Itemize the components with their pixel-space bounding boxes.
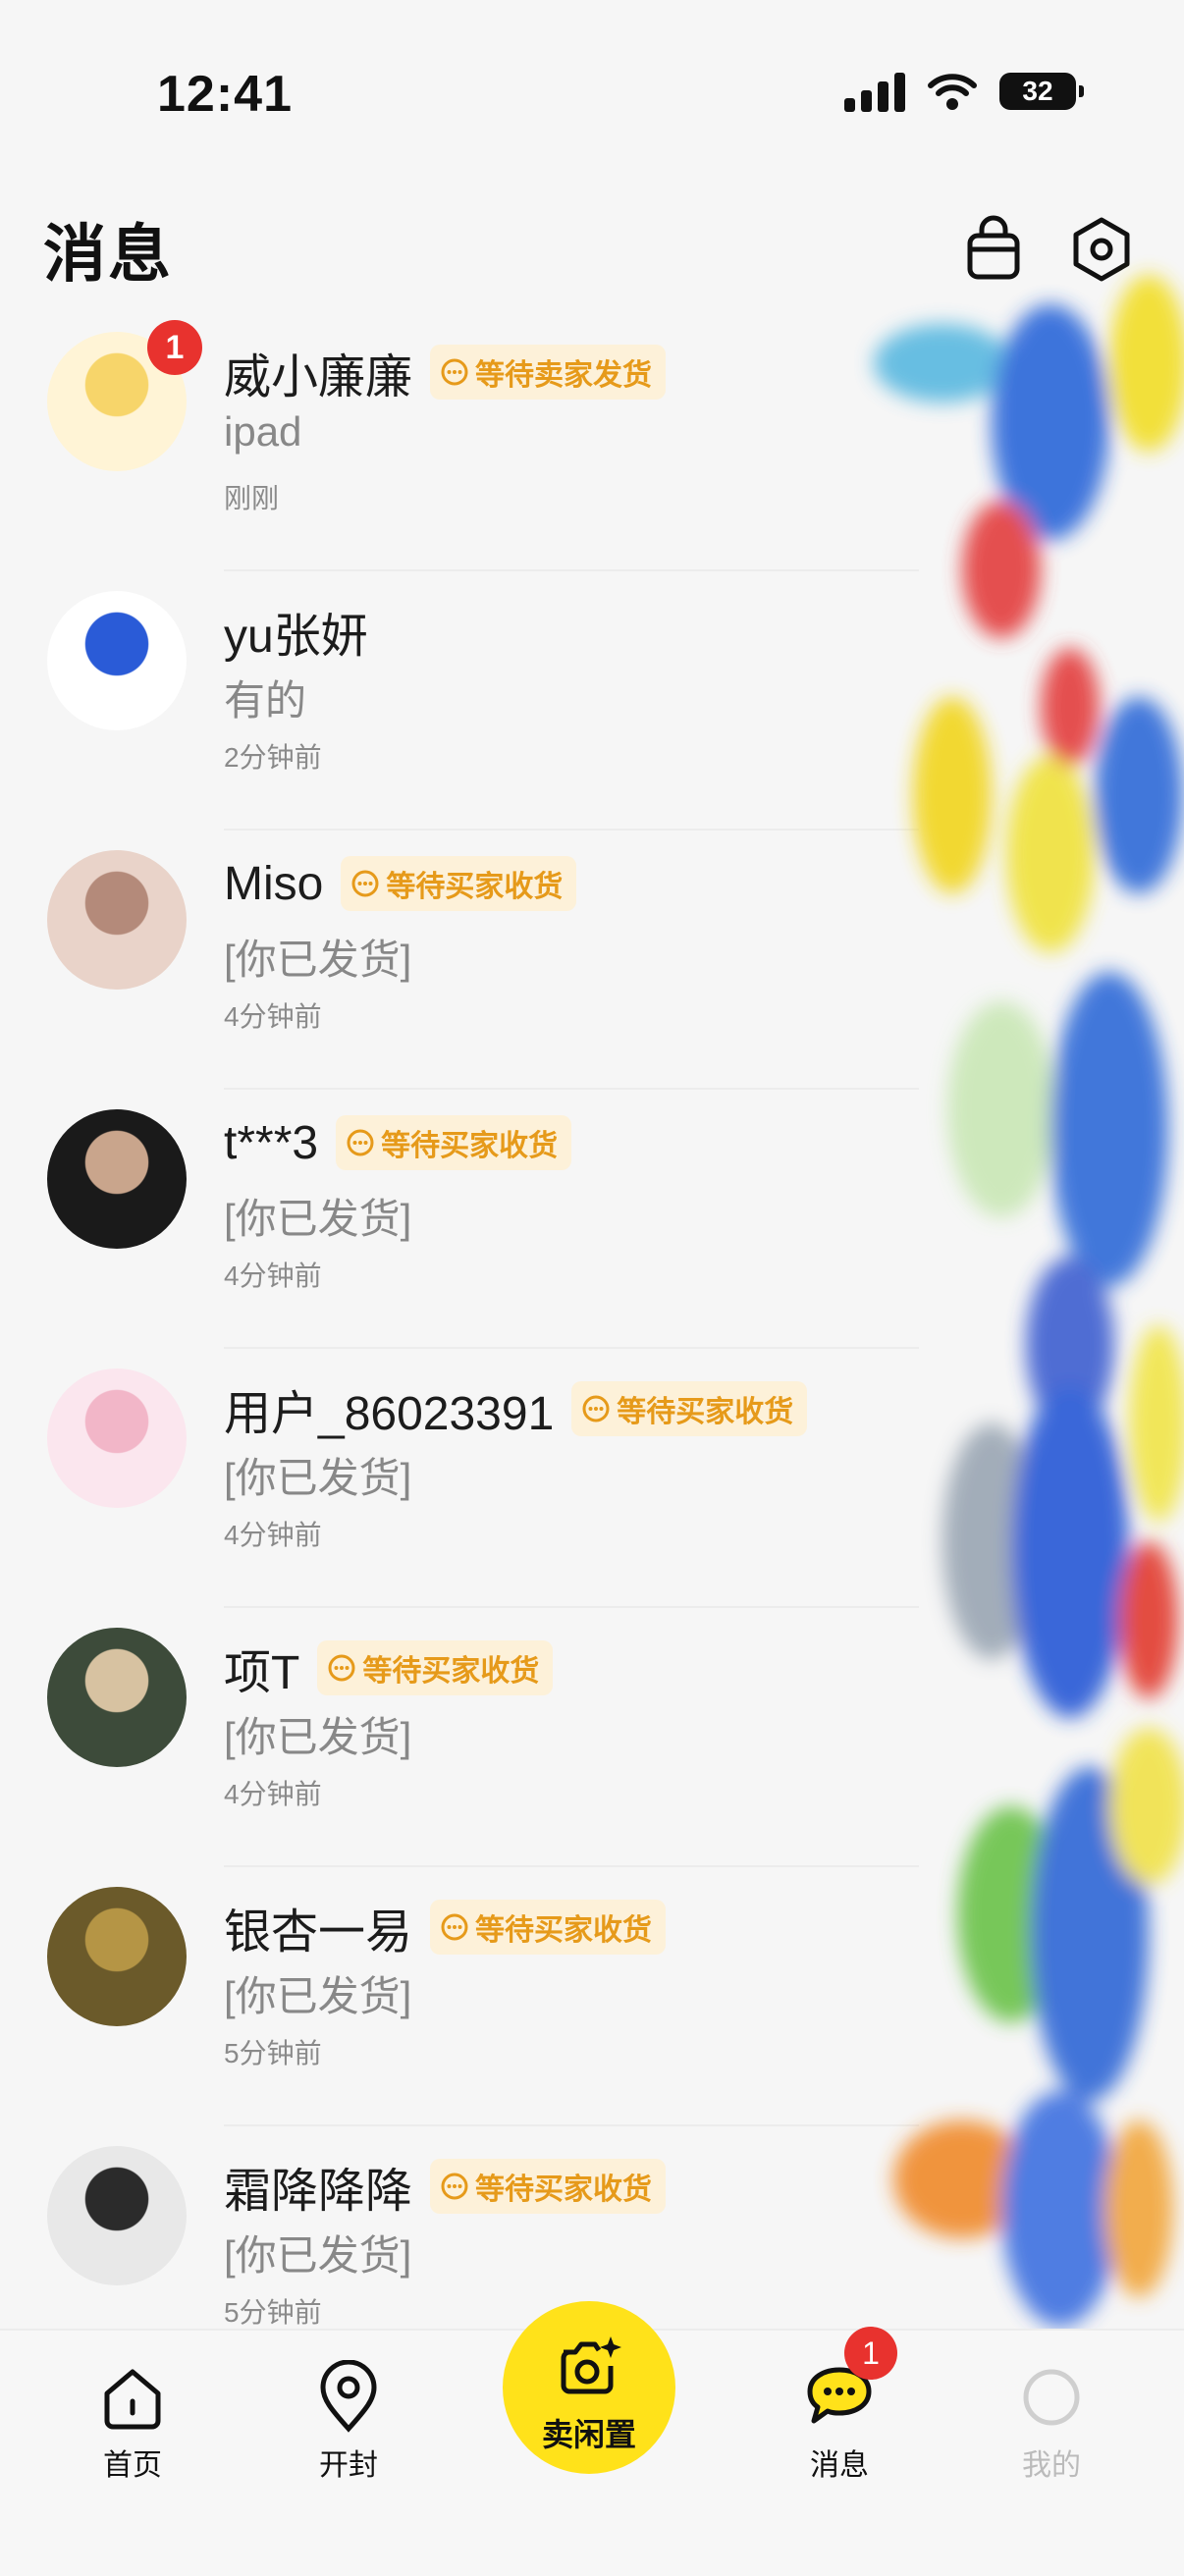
name-line: 用户_86023391 等待买家收货 [224, 1374, 808, 1443]
avatar[interactable] [47, 1109, 187, 1249]
name-line: Miso 等待买家收货 [224, 856, 577, 911]
tab-mine[interactable]: 我的 [968, 2360, 1135, 2484]
message-preview: [你已发货] [224, 937, 412, 983]
home-icon [104, 2369, 161, 2430]
order-status-text: 等待买家收货 [475, 2174, 653, 2206]
order-status-text: 等待买家收货 [475, 1914, 653, 1947]
status-icons: 32 [844, 71, 1084, 112]
message-time: 4分钟前 [224, 1779, 322, 1809]
conversation-row-1[interactable]: yu张妍 有的 2分钟前 [0, 571, 1184, 831]
wifi-icon [928, 74, 977, 110]
contact-name: 银杏一易 [224, 1906, 413, 1959]
bottom-tab-bar: 首页 开封 卖闲置 消息 1 我的 [0, 2301, 1184, 2576]
avatar[interactable] [47, 591, 187, 730]
page-title: 消息 [43, 219, 173, 290]
message-preview: [你已发货] [224, 1714, 412, 1760]
name-line: t***3 等待买家收货 [224, 1115, 572, 1170]
tab-messages-label: 消息 [810, 2449, 869, 2482]
sell-button-label: 卖闲置 [541, 2417, 636, 2452]
status-time: 12:41 [157, 66, 293, 123]
cellular-signal-icon [844, 71, 905, 112]
conversation-row-4[interactable]: 用户_86023391 等待买家收货 [你已发货] 4分钟前 [0, 1349, 1184, 1608]
tab-home-label: 首页 [103, 2449, 162, 2482]
name-line: 霜降降降 等待买家收货 [224, 2152, 667, 2221]
message-preview: 有的 [224, 677, 307, 724]
avatar[interactable] [47, 1628, 187, 1767]
status-bar: 12:41 32 [0, 0, 1184, 187]
message-time: 5分钟前 [224, 2038, 322, 2068]
message-preview: ipad [224, 408, 302, 455]
shop-bag-icon[interactable] [958, 214, 1029, 285]
order-status-text: 等待买家收货 [386, 871, 564, 903]
name-line: 威小廉廉 等待卖家发货 [224, 338, 667, 406]
tab-nearby[interactable]: 开封 [265, 2360, 432, 2484]
settings-hex-icon[interactable] [1066, 214, 1137, 285]
name-line: 项T 等待买家收货 [224, 1634, 554, 1702]
contact-name: 项T [224, 1647, 300, 1699]
location-pin-icon [320, 2360, 377, 2433]
contact-name: 威小廉廉 [224, 351, 413, 403]
more-dots-icon [441, 2173, 468, 2200]
name-line: yu张妍 [224, 597, 368, 666]
more-dots-icon [582, 1395, 610, 1422]
conversation-row-0[interactable]: 1 威小廉廉 等待卖家发货 ipad 刚刚 [0, 312, 1184, 571]
message-time: 4分钟前 [224, 1261, 322, 1291]
order-status-text: 等待买家收货 [362, 1655, 540, 1688]
avatar[interactable] [47, 850, 187, 990]
avatar[interactable] [47, 2146, 187, 2285]
more-dots-icon [351, 870, 379, 897]
more-dots-icon [347, 1129, 374, 1156]
order-status-text: 等待买家收货 [381, 1130, 559, 1162]
more-dots-icon [441, 1913, 468, 1941]
message-time: 4分钟前 [224, 1001, 322, 1032]
profile-icon [1023, 2369, 1080, 2426]
contact-name: Miso [224, 857, 324, 910]
contact-name: 霜降降降 [224, 2166, 413, 2218]
order-status-tag: 等待卖家发货 [430, 345, 667, 400]
more-dots-icon [441, 358, 468, 386]
message-time: 5分钟前 [224, 2297, 322, 2328]
page-header: 消息 [0, 187, 1184, 309]
battery-icon: 32 [999, 73, 1084, 110]
avatar[interactable] [47, 1368, 187, 1508]
message-preview: [你已发货] [224, 1973, 412, 2019]
contact-name: yu张妍 [224, 611, 368, 663]
name-line: 银杏一易 等待买家收货 [224, 1893, 667, 1961]
conversation-row-6[interactable]: 银杏一易 等待买家收货 [你已发货] 5分钟前 [0, 1867, 1184, 2126]
conversation-row-3[interactable]: t***3 等待买家收货 [你已发货] 4分钟前 [0, 1090, 1184, 1349]
message-time: 4分钟前 [224, 1520, 322, 1550]
sell-button[interactable]: 卖闲置 [503, 2301, 675, 2474]
tab-home[interactable]: 首页 [49, 2360, 216, 2484]
order-status-tag: 等待买家收货 [571, 1381, 808, 1436]
contact-name: 用户_86023391 [224, 1388, 555, 1440]
conversation-list: 1 威小廉廉 等待卖家发货 ipad 刚刚 yu张妍 有的 2分钟前 Miso … [0, 312, 1184, 2386]
order-status-text: 等待卖家发货 [475, 359, 653, 392]
camera-sparkle-icon [561, 2336, 621, 2394]
avatar[interactable] [47, 1887, 187, 2026]
order-status-tag: 等待买家收货 [317, 1640, 554, 1695]
message-time: 2分钟前 [224, 742, 322, 773]
message-preview: [你已发货] [224, 1196, 412, 1242]
message-preview: [你已发货] [224, 1455, 412, 1501]
contact-name: t***3 [224, 1116, 319, 1169]
messages-unread-badge: 1 [844, 2327, 897, 2380]
conversation-row-2[interactable]: Miso 等待买家收货 [你已发货] 4分钟前 [0, 831, 1184, 1090]
conversation-row-5[interactable]: 项T 等待买家收货 [你已发货] 4分钟前 [0, 1608, 1184, 1867]
message-time: 刚刚 [224, 483, 280, 513]
order-status-tag: 等待买家收货 [430, 2159, 667, 2214]
tab-messages[interactable]: 消息 [756, 2360, 923, 2484]
message-preview: [你已发货] [224, 2232, 412, 2279]
tab-mine-label: 我的 [1022, 2449, 1081, 2482]
more-dots-icon [328, 1654, 355, 1682]
unread-badge: 1 [147, 320, 202, 375]
order-status-tag: 等待买家收货 [430, 1900, 667, 1955]
order-status-tag: 等待买家收货 [336, 1115, 572, 1170]
order-status-tag: 等待买家收货 [341, 856, 577, 911]
tab-nearby-label: 开封 [319, 2449, 378, 2482]
order-status-text: 等待买家收货 [617, 1396, 794, 1428]
